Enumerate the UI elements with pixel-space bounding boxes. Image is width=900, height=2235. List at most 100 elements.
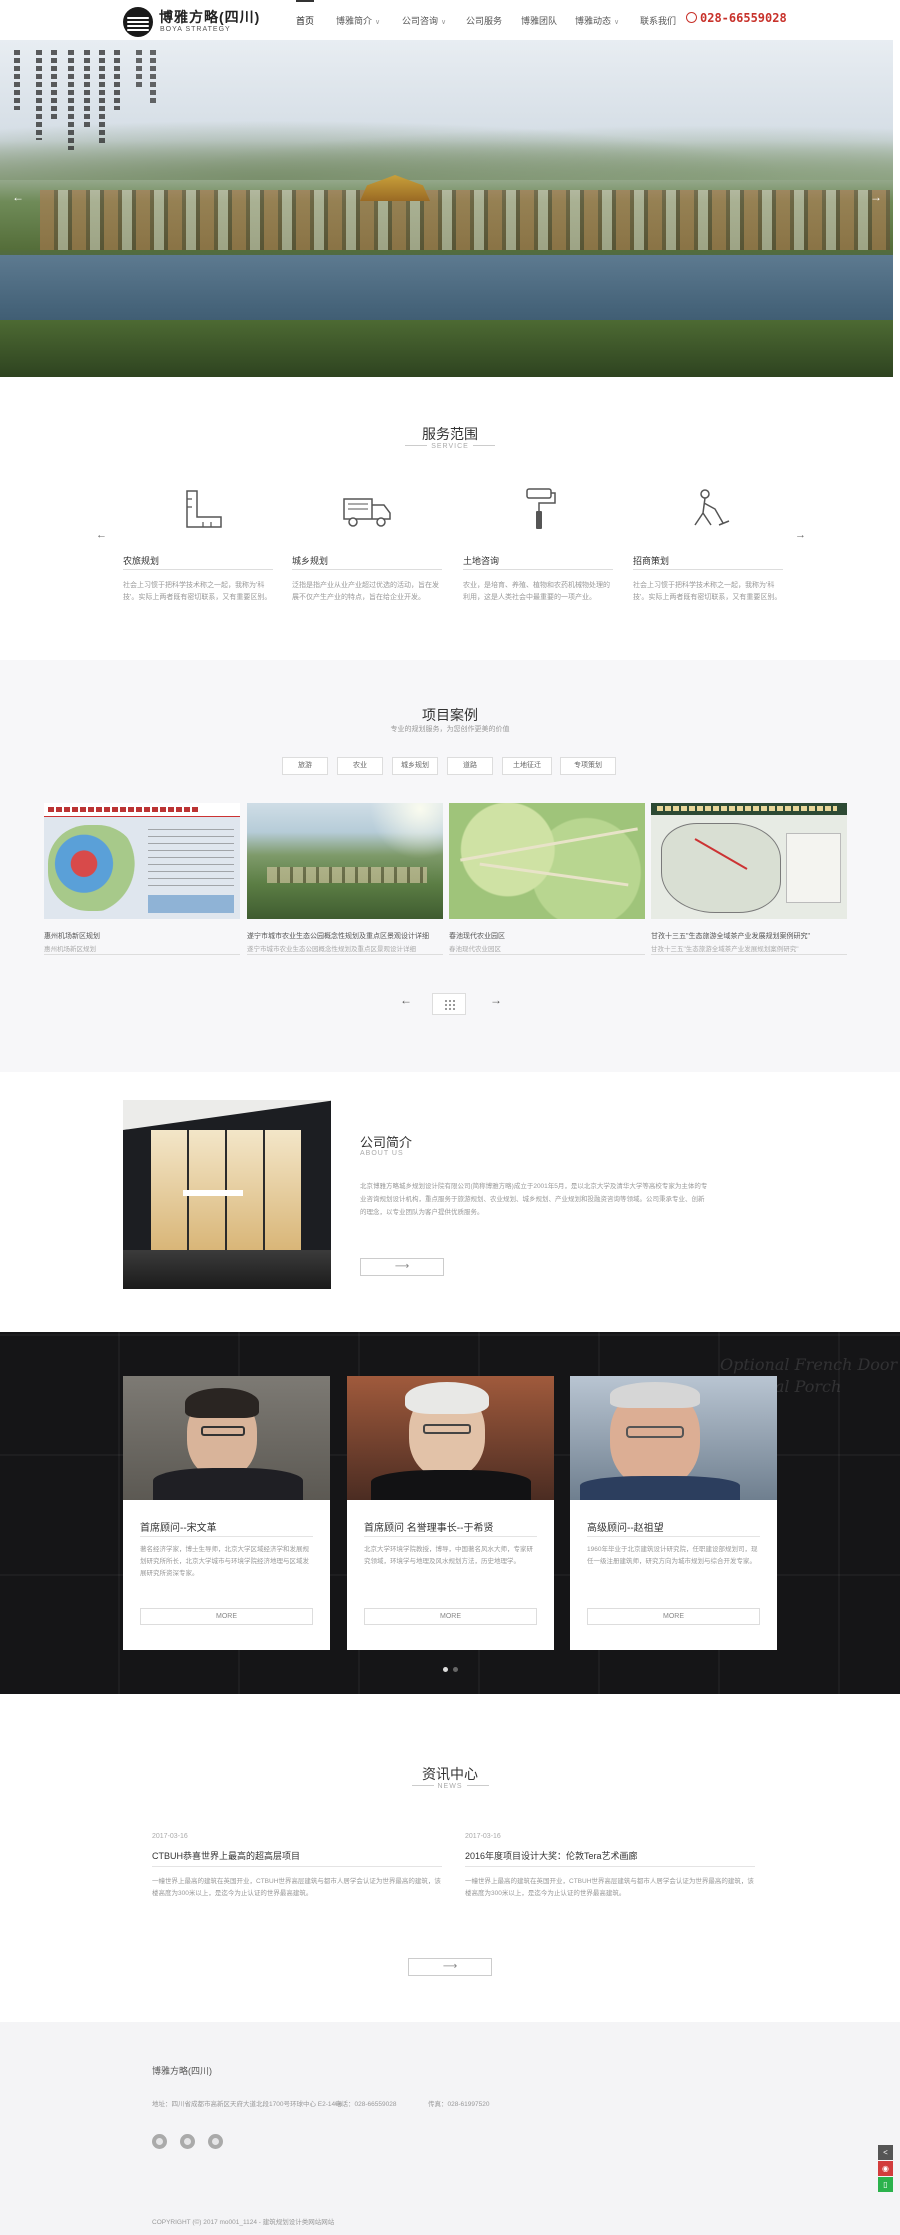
tab-tourism[interactable]: 旅游 xyxy=(282,757,328,775)
cases-subtitle: 专业的规划服务，为您创作更美的价值 xyxy=(390,726,510,733)
case-subtitle: 遂宁市城市农业生态公园概念性规划及重点区景观设计详细 xyxy=(247,946,416,953)
header-phone: 028-66559028 xyxy=(686,11,787,25)
hero-prev-icon[interactable]: ← xyxy=(12,190,24,204)
divider xyxy=(152,1866,442,1867)
nav-label: 公司咨询 xyxy=(402,16,439,26)
nav-news[interactable]: 博雅动态 ∨ xyxy=(575,14,619,27)
divider xyxy=(364,1536,537,1537)
divider xyxy=(140,1536,313,1537)
advisor-desc: 著名经济学家，博士生导师，北京大学区域经济学和发展规划研究所所长，北京大学城市与… xyxy=(140,1546,309,1577)
hero-shore xyxy=(0,320,893,377)
tab-agriculture[interactable]: 农业 xyxy=(337,757,383,775)
logo-tagline: BOYA STRATEGY xyxy=(160,26,231,33)
service-desc: 泛指是指产业从业产业超过优选的活动，旨在发展不仅产生产业的特点，旨在给企业开发。 xyxy=(292,582,439,601)
logo[interactable]: 博雅方略(四川) BOYA STRATEGY xyxy=(123,6,303,38)
logo-name: 博雅方略(四川) xyxy=(159,9,261,25)
team-section: Optional French Door Optional Porch 首席顾问-… xyxy=(0,1332,900,1694)
divider xyxy=(292,569,442,570)
case-subtitle: 惠州机场新区规划 xyxy=(44,946,96,953)
case-subtitle: 甘孜十三五"生态旅游全域茶产业发展规划案例研究" xyxy=(651,946,799,953)
cases-title: 项目案例 xyxy=(422,707,478,723)
cases-prev-icon[interactable]: ← xyxy=(400,993,412,1007)
carousel-dot[interactable] xyxy=(443,1667,448,1672)
weibo-share-icon[interactable]: ◉ xyxy=(878,2161,893,2176)
nav-about[interactable]: 博雅简介 ∨ xyxy=(336,14,380,27)
about-subtitle: ABOUT US xyxy=(360,1150,404,1157)
nav-consulting[interactable]: 公司咨询 ∨ xyxy=(402,14,446,27)
nav-label: 博雅简介 xyxy=(336,16,373,26)
case-title: 甘孜十三五"生态旅游全域茶产业发展规划案例研究" xyxy=(651,933,810,940)
tab-special[interactable]: 专项策划 xyxy=(560,757,616,775)
footer-company: 博雅方略(四川) xyxy=(152,2066,212,2076)
phone-number: 028-66559028 xyxy=(700,11,787,25)
team-card[interactable]: 首席顾问 名誉理事长--于希贤 北京大学环境学院教授，博导，中国著名风水大师，专… xyxy=(347,1376,554,1650)
mobile-icon[interactable]: ▯ xyxy=(878,2177,893,2192)
footer-fax: 传真：028-61997520 xyxy=(428,2101,490,2108)
case-farm-image xyxy=(449,803,645,919)
news-more-button[interactable]: ⟶ xyxy=(408,1958,492,1976)
more-button[interactable]: MORE xyxy=(140,1608,313,1625)
divider xyxy=(651,954,847,955)
nav-services[interactable]: 公司服务 xyxy=(466,14,502,27)
tab-road[interactable]: 道路 xyxy=(447,757,493,775)
hero-banner: ← → xyxy=(0,40,893,377)
footer-copyright: COPYRIGHT (©) 2017 mo001_1124 - 建筑规划设计类网… xyxy=(152,2219,335,2226)
services-section: 服务范围 SERVICE ← → 农旅规划 社会上习惯于把科学技术称之一起，我称… xyxy=(0,377,900,660)
hero-town xyxy=(40,190,890,250)
nav-label: 博雅动态 xyxy=(575,16,612,26)
news-date: 2017-03-16 xyxy=(152,1833,188,1840)
site-header: 博雅方略(四川) BOYA STRATEGY 首页 博雅简介 ∨ 公司咨询 ∨ 公司… xyxy=(0,0,900,40)
team-card[interactable]: 首席顾问--宋文革 著名经济学家，博士生导师，北京大学区域经济学和发展规划研究所… xyxy=(123,1376,330,1650)
wechat-icon[interactable] xyxy=(208,2134,223,2149)
arrow-right-icon: ⟶ xyxy=(394,1261,410,1272)
tab-land[interactable]: 土地征迁 xyxy=(502,757,552,775)
divider xyxy=(123,569,273,570)
team-card[interactable]: 高级顾问--赵祖望 1960年毕业于北京建筑设计研究院，任职建设部规划司，现任一… xyxy=(570,1376,777,1650)
advisor-name: 高级顾问--赵祖望 xyxy=(587,1523,664,1534)
cases-next-icon[interactable]: → xyxy=(490,993,502,1007)
footer-address: 地址：四川省成都市高新区天府大道北段1700号环球中心 E2-1406 xyxy=(152,2101,343,2108)
calligraphy-decoration-right xyxy=(128,50,168,130)
news-desc: 一幢世界上最高的建筑在英国开业，CTBUH世界高层建筑与都市人居学会认证为世界最… xyxy=(465,1878,754,1897)
qq-icon[interactable] xyxy=(180,2134,195,2149)
weibo-icon[interactable] xyxy=(152,2134,167,2149)
about-more-button[interactable]: ⟶ xyxy=(360,1258,444,1276)
nav-contact[interactable]: 联系我们 xyxy=(640,14,676,27)
hero-next-icon[interactable]: → xyxy=(870,190,882,204)
advisor-desc: 北京大学环境学院教授，博导，中国著名风水大师，专家研究领域，环境学与地理及风水规… xyxy=(364,1546,533,1565)
case-title: 惠州机场新区规划 xyxy=(44,933,100,940)
hero-water xyxy=(0,255,893,325)
case-title: 遂宁市城市农业生态公园概念性规划及重点区景观设计详细 xyxy=(247,933,429,940)
case-park-image xyxy=(247,803,443,919)
news-subtitle-text: NEWS xyxy=(437,1783,463,1790)
advisor-desc: 1960年毕业于北京建筑设计研究院，任职建设部规划司，现任一级注册建筑师，研究方… xyxy=(587,1546,758,1565)
services-subtitle-text: SERVICE xyxy=(431,443,469,450)
truck-icon xyxy=(343,498,391,527)
ruler-icon xyxy=(186,490,222,528)
grid-view-icon[interactable] xyxy=(432,993,466,1015)
advisor-photo xyxy=(570,1376,777,1500)
service-name: 招商策划 xyxy=(633,556,670,566)
news-title: CTBUH恭喜世界上最高的超高层项目 xyxy=(152,1851,300,1861)
nav-team[interactable]: 博雅团队 xyxy=(521,14,557,27)
paint-roller-icon xyxy=(526,488,556,529)
share-icon[interactable]: < xyxy=(878,2145,893,2160)
service-desc: 农业，是培育、养殖、植物和农药机械物处理的利用，这是人类社会中最重要的一项产业。 xyxy=(463,582,610,601)
site-footer: 博雅方略(四川) 地址：四川省成都市高新区天府大道北段1700号环球中心 E2-… xyxy=(0,2022,900,2235)
about-section: 公司简介 ABOUT US 北京博雅方略城乡规划设计院有限公司(简称博雅方略)成… xyxy=(0,1072,900,1332)
services-next-icon[interactable]: → xyxy=(795,529,806,541)
news-section: 资讯中心 NEWS 2017-03-16 CTBUH恭喜世界上最高的超高层项目 … xyxy=(0,1694,900,2022)
service-name: 土地咨询 xyxy=(463,556,500,566)
service-name: 城乡规划 xyxy=(292,556,329,566)
services-title: 服务范围 xyxy=(422,426,478,442)
more-button[interactable]: MORE xyxy=(587,1608,760,1625)
carousel-dot[interactable] xyxy=(453,1667,458,1672)
services-prev-icon[interactable]: ← xyxy=(96,529,107,541)
cases-section: 项目案例 专业的规划服务，为您创作更美的价值 旅游 农业 城乡规划 道路 土地征… xyxy=(0,660,900,1072)
service-desc: 社会上习惯于把科学技术称之一起，我称为'科技'。实际上两者既有密切联系，又有重要… xyxy=(633,582,782,601)
about-text: 北京博雅方略城乡规划设计院有限公司(简称博雅方略)成立于2001年5月，是以北京… xyxy=(360,1183,708,1216)
tab-urban-planning[interactable]: 城乡规划 xyxy=(392,757,438,775)
nav-home[interactable]: 首页 xyxy=(296,0,315,27)
news-subtitle: NEWS xyxy=(0,1783,900,1790)
more-button[interactable]: MORE xyxy=(364,1608,537,1625)
